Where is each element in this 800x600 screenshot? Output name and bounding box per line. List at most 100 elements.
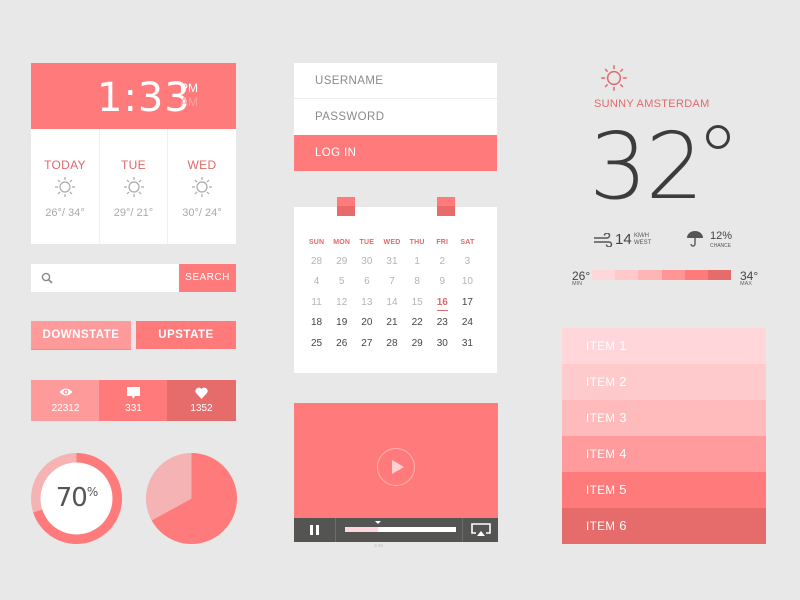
calendar-day[interactable]: 11 xyxy=(304,297,329,308)
temperature-scale-segment xyxy=(684,270,708,280)
search-button[interactable]: SEARCH xyxy=(179,264,236,292)
wind-unit: KM/H WEST xyxy=(634,233,651,247)
list-item[interactable]: ITEM 2 xyxy=(562,364,766,400)
username-field[interactable] xyxy=(294,63,497,99)
calendar-day[interactable]: 28 xyxy=(304,256,329,267)
calendar-day[interactable]: 25 xyxy=(304,338,329,349)
current-time: 2:45 xyxy=(374,543,384,548)
calendar-day[interactable]: 14 xyxy=(379,297,404,308)
pie-chart xyxy=(146,453,237,544)
airplay-button[interactable] xyxy=(462,518,498,542)
weekday-label: THU xyxy=(409,238,425,246)
calendar-day[interactable]: 5 xyxy=(329,276,354,287)
calendar-day[interactable]: 8 xyxy=(405,276,430,287)
pm-toggle[interactable]: PM xyxy=(180,81,198,95)
calendar-day[interactable]: 1 xyxy=(405,256,430,267)
forecast-day: WED 30°/ 24° xyxy=(167,129,236,244)
calendar-day[interactable]: 21 xyxy=(379,317,404,328)
stat-comments[interactable]: 331 xyxy=(99,380,168,421)
calendar-day[interactable]: 6 xyxy=(354,276,379,287)
stat-likes[interactable]: 1352 xyxy=(167,380,236,421)
donut-label: 70% xyxy=(31,483,122,513)
calendar-day[interactable]: 27 xyxy=(354,338,379,349)
list-item[interactable]: ITEM 5 xyxy=(562,472,766,508)
stat-comments-value: 331 xyxy=(125,403,142,414)
calendar-day[interactable]: 9 xyxy=(430,276,455,287)
seek-bar[interactable]: 2:45 xyxy=(345,521,456,548)
calendar-day[interactable]: 4 xyxy=(304,276,329,287)
donut-unit: % xyxy=(86,485,98,499)
stat-views[interactable]: 22312 xyxy=(31,380,100,421)
temp-min-label: MIN xyxy=(572,281,583,287)
search-field[interactable] xyxy=(31,264,179,292)
calendar-day[interactable]: 12 xyxy=(329,297,354,308)
calendar-day[interactable]: 18 xyxy=(304,317,329,328)
temperature-scale-segment xyxy=(615,270,639,280)
calendar-day[interactable]: 30 xyxy=(354,256,379,267)
downstate-button[interactable]: DOWNSTATE xyxy=(31,321,131,349)
calendar-day[interactable]: 26 xyxy=(329,338,354,349)
seek-marker-icon[interactable] xyxy=(375,521,382,524)
am-toggle[interactable]: AM xyxy=(180,95,198,109)
list-item[interactable]: ITEM 3 xyxy=(562,400,766,436)
calendar-day-today[interactable]: 16 xyxy=(430,297,455,311)
sun-icon xyxy=(601,65,627,91)
airplay-icon xyxy=(471,523,491,536)
forecast-temps: 30°/ 24° xyxy=(182,207,222,219)
calendar-day[interactable]: 10 xyxy=(455,276,480,287)
temperature-scale-segment xyxy=(661,270,685,280)
login-form: LOG IN xyxy=(294,63,497,171)
calendar-week: 25 26 27 28 29 30 31 xyxy=(304,333,480,354)
stat-views-value: 22312 xyxy=(51,403,80,414)
calendar-day[interactable]: 2 xyxy=(430,256,455,267)
calendar-day[interactable]: 28 xyxy=(379,338,404,349)
upstate-button[interactable]: UPSTATE xyxy=(136,321,236,349)
list-item[interactable]: ITEM 4 xyxy=(562,436,766,472)
temperature-scale-segment xyxy=(707,270,732,280)
list-item-word: ITEM xyxy=(586,341,616,353)
calendar-day[interactable]: 13 xyxy=(354,297,379,308)
pause-button[interactable] xyxy=(294,518,336,542)
calendar-day[interactable]: 7 xyxy=(379,276,404,287)
forecast-day-name: TODAY xyxy=(44,158,86,172)
calendar-day[interactable]: 3 xyxy=(455,256,480,267)
temperature-scale xyxy=(592,270,732,280)
list-item[interactable]: ITEM 6 xyxy=(562,508,766,544)
password-field[interactable] xyxy=(294,99,497,135)
login-button[interactable]: LOG IN xyxy=(294,135,497,171)
list-item-number: 3 xyxy=(619,410,627,425)
play-icon xyxy=(392,460,404,474)
calendar-day[interactable]: 31 xyxy=(379,256,404,267)
forecast-day-name: WED xyxy=(187,158,217,172)
calendar-grid: SUN MON TUE WED THU FRI SAT 28 29 30 31 1 2 3 4 5 6 7 8 9 1… xyxy=(304,236,480,354)
calendar-week: 18 19 20 21 22 23 24 xyxy=(304,313,480,334)
weekday-label: MON xyxy=(333,238,351,246)
calendar-day[interactable]: 19 xyxy=(329,317,354,328)
calendar-day[interactable]: 15 xyxy=(405,297,430,308)
temp-max-label: MAX xyxy=(740,281,752,287)
calendar-day[interactable]: 29 xyxy=(405,338,430,349)
calendar-day[interactable]: 30 xyxy=(430,338,455,349)
pie-svg xyxy=(146,453,237,544)
list-item-word: ITEM xyxy=(586,449,616,461)
calendar-day[interactable]: 22 xyxy=(405,317,430,328)
list-item-word: ITEM xyxy=(586,377,616,389)
calendar-day[interactable]: 31 xyxy=(455,338,480,349)
wind-unit-label: KM/H xyxy=(634,233,649,239)
calendar-day[interactable]: 29 xyxy=(329,256,354,267)
search-input[interactable] xyxy=(59,264,175,292)
calendar-day[interactable]: 17 xyxy=(455,297,480,308)
play-button[interactable] xyxy=(377,448,415,486)
weekday-label: SUN xyxy=(308,238,325,246)
clock-header: 1:33 PM AM xyxy=(31,63,236,129)
calendar-day[interactable]: 23 xyxy=(430,317,455,328)
calendar-day[interactable]: 20 xyxy=(354,317,379,328)
forecast-day: TUE 29°/ 21° xyxy=(99,129,167,244)
list-item[interactable]: ITEM 1 xyxy=(562,328,766,364)
calendar-day[interactable]: 24 xyxy=(455,317,480,328)
calendar-binder-tab xyxy=(337,197,355,216)
wind-speed: 14 xyxy=(615,231,632,248)
forecast-temps: 29°/ 21° xyxy=(113,207,154,219)
weekday-label: SAT xyxy=(460,238,475,246)
stat-likes-value: 1352 xyxy=(190,403,213,414)
